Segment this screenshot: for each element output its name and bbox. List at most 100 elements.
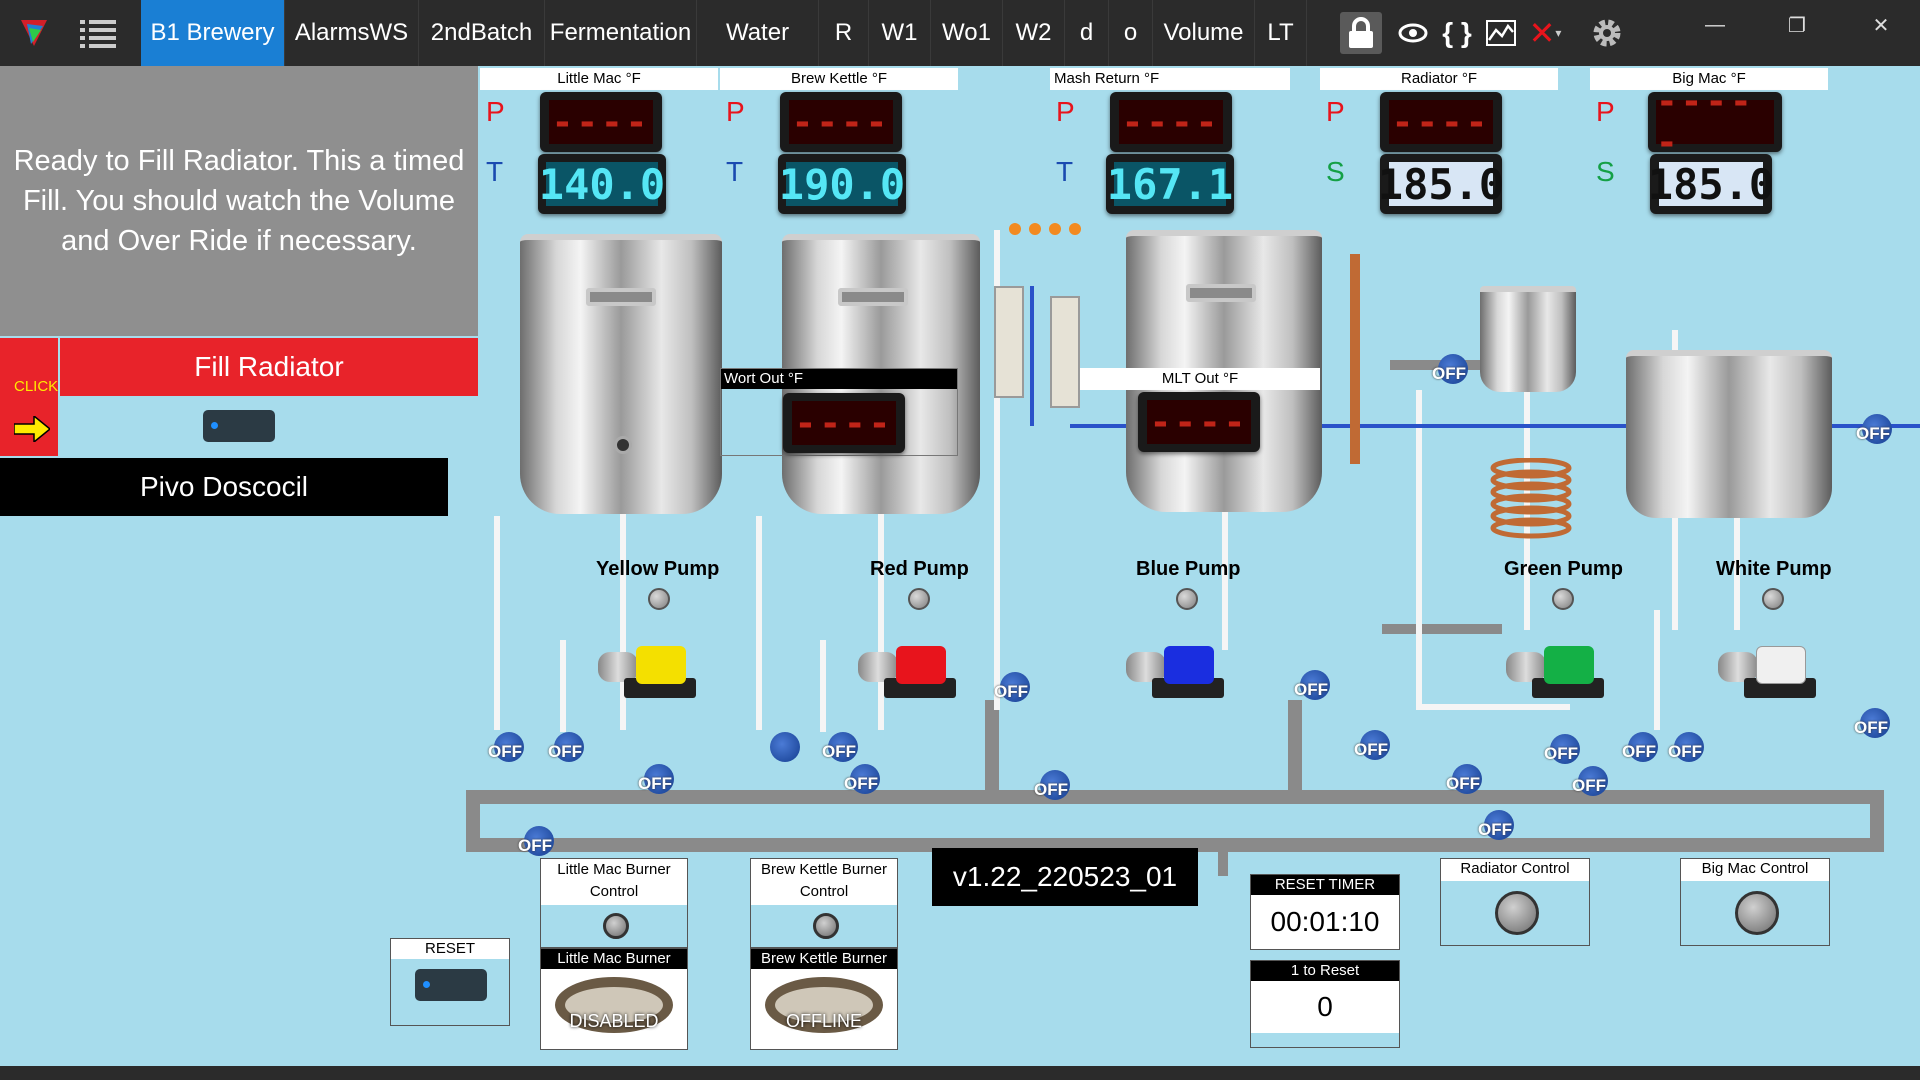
tab-volume[interactable]: Volume (1153, 0, 1255, 66)
hot-liquor-pot (1480, 286, 1576, 392)
wort-out-header: Wort Out °F (721, 369, 957, 389)
valve-17[interactable]: OFF (1620, 728, 1664, 768)
white-pump-label: White Pump (1716, 558, 1832, 580)
reset-timer-panel: RESET TIMER 00:01:10 (1250, 874, 1400, 950)
p-label: P (486, 96, 505, 127)
valve-10[interactable]: OFF (1292, 666, 1336, 706)
click-indicator[interactable]: CLICK (0, 338, 58, 456)
braces-icon[interactable]: { } (1436, 12, 1478, 54)
big-mac-setpoint-display[interactable]: 185.0 (1648, 154, 1774, 214)
valve-16[interactable]: OFF (1570, 762, 1614, 802)
hose-11 (1416, 704, 1570, 710)
tab-w1[interactable]: W1 (869, 0, 931, 66)
gear-icon[interactable] (1586, 12, 1628, 54)
burner-image-title: Little Mac Burner (541, 949, 687, 969)
sensor-header-radiator: Radiator °F (1320, 68, 1558, 90)
valve-2[interactable]: OFF (546, 728, 590, 768)
valve-state: OFF (822, 742, 856, 761)
hose-6 (820, 640, 826, 732)
brew-kettle-burner-led[interactable] (813, 913, 839, 939)
one-to-reset-input[interactable]: 0 (1251, 981, 1399, 1033)
valve-3[interactable]: OFF (636, 760, 680, 800)
tab-d[interactable]: d (1065, 0, 1109, 66)
sensor-header-brew-kettle: Brew Kettle °F (720, 68, 958, 90)
wort-out-display: ---- (783, 393, 905, 453)
tab-o[interactable]: o (1109, 0, 1153, 66)
valve-1[interactable]: OFF (486, 728, 530, 768)
green-pump-label: Green Pump (1504, 558, 1623, 580)
yellow-pump-status-led[interactable] (648, 588, 670, 610)
pump-motor (1544, 646, 1594, 684)
led-value: ---- (1389, 100, 1493, 144)
big-mac-control-led[interactable] (1735, 891, 1779, 935)
s-label: S (1326, 156, 1345, 187)
big-mac-pressure-display: ----- (1648, 81, 1782, 163)
valve-19[interactable]: OFF (1852, 704, 1896, 744)
valve-9[interactable]: OFF (1032, 766, 1076, 806)
valve-14[interactable]: OFF (1476, 806, 1520, 846)
restore-button[interactable]: ❐ (1762, 0, 1832, 50)
t-label: T (486, 156, 504, 187)
valve-11[interactable]: OFF (1352, 726, 1396, 766)
valve-13[interactable]: OFF (1444, 760, 1488, 800)
minimize-button[interactable]: — (1680, 0, 1750, 50)
tab-fermentation[interactable]: Fermentation (545, 0, 697, 66)
valve-20[interactable]: OFF (1854, 410, 1898, 450)
valve-5[interactable] (762, 728, 806, 768)
brew-kettle-burner-control: Brew Kettle Burner Control (750, 858, 898, 948)
pump-motor (896, 646, 946, 684)
orange-indicator-dots (1008, 222, 1088, 236)
tab-lt[interactable]: LT (1255, 0, 1307, 66)
valve-12[interactable]: OFF (1430, 350, 1474, 390)
green-pump-status-led[interactable] (1552, 588, 1574, 610)
valve-18[interactable]: OFF (1666, 728, 1710, 768)
red-pump-label: Red Pump (870, 558, 969, 580)
one-to-reset-panel: 1 to Reset 0 (1250, 960, 1400, 1048)
wort-out-panel: Wort Out °F ---- (720, 368, 958, 456)
tab-b1-brewery[interactable]: B1 Brewery (141, 0, 285, 66)
valve-8[interactable]: OFF (992, 668, 1036, 708)
radiator-control: Radiator Control (1440, 858, 1590, 946)
led-value: 140.0 (538, 159, 666, 209)
little-mac-burner-led[interactable] (603, 913, 629, 939)
menu-list-icon[interactable] (74, 0, 122, 66)
radiator-control-led[interactable] (1495, 891, 1539, 935)
red-pump-status-led[interactable] (908, 588, 930, 610)
white-pump-status-led[interactable] (1762, 588, 1784, 610)
tab-r[interactable]: R (819, 0, 869, 66)
valve-state: OFF (1034, 780, 1068, 799)
little-mac-burner-control: Little Mac Burner Control (540, 858, 688, 948)
drain-pipe (1218, 852, 1228, 876)
blue-pump-status-led[interactable] (1176, 588, 1198, 610)
valve-4[interactable]: OFF (516, 822, 560, 862)
radiator-setpoint-display[interactable]: 185.0 (1378, 154, 1504, 214)
valve-state: OFF (994, 682, 1028, 701)
tab-wo1[interactable]: Wo1 (931, 0, 1003, 66)
red-x-icon[interactable]: ✕ ▾ (1524, 12, 1566, 54)
close-button[interactable]: ✕ (1846, 0, 1916, 50)
red-pump-icon[interactable] (854, 640, 964, 698)
yellow-pump-icon[interactable] (594, 640, 704, 698)
valve-state: OFF (1432, 364, 1466, 383)
reset-toggle-switch[interactable] (415, 969, 487, 1001)
valve-state: OFF (638, 774, 672, 793)
valve-7[interactable]: OFF (842, 760, 886, 800)
white-pump-icon[interactable] (1714, 640, 1824, 698)
eye-icon[interactable] (1392, 12, 1434, 54)
burner-image-title: Brew Kettle Burner (751, 949, 897, 969)
chart-icon[interactable] (1480, 12, 1522, 54)
tab-alarmsws[interactable]: AlarmsWS (285, 0, 419, 66)
lock-icon[interactable] (1340, 12, 1382, 54)
control-title: RESET (391, 939, 509, 959)
tab-w2[interactable]: W2 (1003, 0, 1065, 66)
tab-2ndbatch[interactable]: 2ndBatch (419, 0, 545, 66)
blue-pump-icon[interactable] (1122, 640, 1232, 698)
fill-toggle-switch[interactable] (203, 410, 275, 442)
fill-radiator-button[interactable]: Fill Radiator (60, 338, 478, 396)
valve-state: OFF (1856, 424, 1890, 443)
green-pump-icon[interactable] (1502, 640, 1612, 698)
burner-state: DISABLED (569, 1011, 659, 1031)
mash-return-temp-display: 167.1 (1106, 154, 1234, 214)
led-value: ---- (792, 401, 896, 445)
tab-water[interactable]: Water (697, 0, 819, 66)
